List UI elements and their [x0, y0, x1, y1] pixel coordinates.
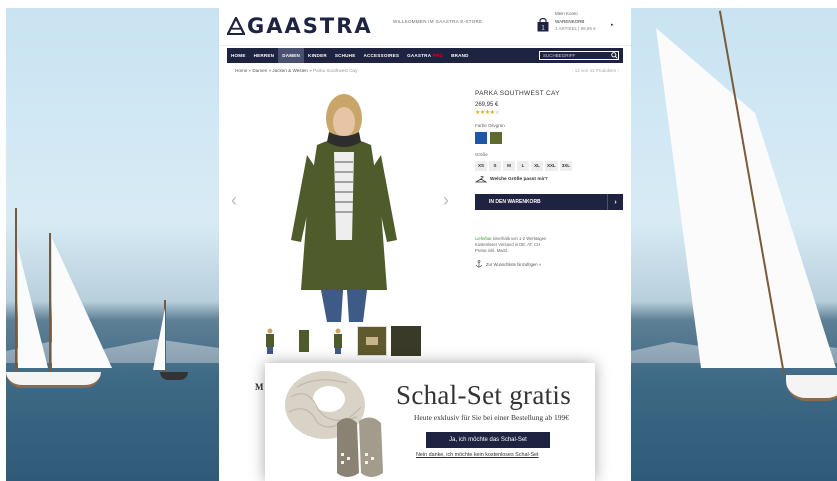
chevron-right-icon[interactable]: ▸ — [611, 22, 614, 28]
product-image[interactable] — [269, 90, 419, 322]
account-link[interactable]: Mein Konto — [555, 11, 578, 16]
breadcrumb-home[interactable]: Home — [235, 68, 247, 73]
search-icon[interactable] — [611, 52, 618, 59]
wishlist-link[interactable]: Zur Wunschliste hinzufügen » — [475, 260, 625, 268]
accept-offer-button[interactable]: Ja, ich möchte das Schal-Set — [426, 432, 550, 448]
price-note: Preise inkl. MwSt. — [475, 248, 509, 253]
thumbnail-4[interactable] — [357, 326, 387, 356]
background-image-right — [631, 8, 837, 481]
logo[interactable]: GAASTRA — [227, 14, 373, 38]
size-3xl[interactable]: 3XL — [559, 161, 573, 171]
anchor-icon — [475, 260, 483, 268]
header: GAASTRA WILLKOMMEN IM GAASTRA E-STORE Me… — [219, 8, 631, 46]
color-label: Farbe Olivgrün — [475, 123, 505, 128]
popup-subtitle: Heute exklusiv für Sie bei einer Bestell… — [414, 413, 569, 422]
product-price: 269,95 € — [475, 102, 499, 108]
add-to-cart-button[interactable]: IN DEN WARENKORB › — [475, 194, 623, 210]
thumbnail-2[interactable] — [289, 326, 319, 356]
cart-summary: WARENKORB 1 ARTIKEL | 99,95 € — [555, 18, 596, 32]
size-guide-label: Welche Größe passt mir? — [490, 177, 548, 182]
search-box[interactable]: SUCHBEGRIFF — [539, 51, 619, 60]
boat-hull — [786, 375, 837, 401]
cart-title: WARENKORB — [555, 19, 585, 24]
mast — [49, 233, 51, 378]
nav-schuhe[interactable]: SCHUHE — [331, 48, 360, 63]
pro-badge: PRO — [432, 53, 444, 58]
breadcrumb: Home » Damen » Jacken & Westen » Parka S… — [235, 68, 358, 73]
nav-accessoires[interactable]: ACCESSOIRES — [359, 48, 403, 63]
breadcrumb-jacken[interactable]: Jacken & Westen — [272, 68, 308, 73]
thumbnail-image — [334, 328, 342, 354]
wishlist-label: Zur Wunschliste hinzufügen » — [486, 261, 542, 267]
delivery-time: innerhalb von 1-2 Werktagen — [491, 236, 547, 241]
nav-gaastra-pro[interactable]: GAASTRA PRO — [403, 48, 447, 63]
thumbnail-1[interactable] — [255, 326, 285, 356]
welcome-text: WILLKOMMEN IM GAASTRA E-STORE — [393, 19, 483, 24]
boat-hull — [160, 372, 188, 380]
thumbnail-5[interactable] — [391, 326, 421, 356]
search-input[interactable]: SUCHBEGRIFF — [543, 53, 611, 58]
nav-home[interactable]: HOME — [227, 48, 250, 63]
background-image-left — [6, 8, 219, 481]
thumbnail-3[interactable] — [323, 326, 353, 356]
mast — [15, 208, 17, 378]
section-heading-partial: M — [255, 382, 264, 392]
size-xs[interactable]: XS — [475, 161, 487, 171]
shopping-bag-icon: 1 — [537, 18, 549, 32]
main-nav: HOME HERREN DAMEN KINDER SCHUHE ACCESSOI… — [227, 48, 623, 63]
size-xl[interactable]: XL — [531, 161, 543, 171]
nav-gaastra-pro-label: GAASTRA — [407, 53, 432, 58]
nav-herren[interactable]: HERREN — [250, 48, 279, 63]
add-to-cart-label: IN DEN WARENKORB — [489, 199, 541, 205]
size-l[interactable]: L — [517, 161, 529, 171]
pager-text: 12 von 43 Produkten — [574, 68, 617, 73]
decline-offer-link[interactable]: Nein danke, ich möchte kein kostenloses … — [416, 452, 539, 458]
size-s[interactable]: S — [489, 161, 501, 171]
next-image-arrow-icon[interactable]: › — [443, 190, 449, 211]
cart-widget[interactable]: 1 WARENKORB 1 ARTIKEL | 99,95 € — [537, 18, 596, 32]
breadcrumb-current: Parka Southwest Cay — [313, 68, 358, 73]
rating-stars[interactable]: ★★★★★ — [475, 109, 625, 116]
product-info: PARKA SOUTHWEST CAY 269,95 € ★★★★★ Farbe… — [475, 90, 625, 268]
product-pager[interactable]: ‹ 12 von 43 Produkten › — [572, 68, 619, 73]
size-guide-link[interactable]: Welche Größe passt mir? — [475, 176, 625, 183]
nav-damen[interactable]: DAMEN — [278, 48, 305, 63]
product-title: PARKA SOUTHWEST CAY — [475, 90, 560, 97]
nav-brand[interactable]: BRAND — [447, 48, 473, 63]
popup-title: Schal-Set gratis — [396, 380, 572, 410]
color-swatch-olive[interactable] — [490, 132, 502, 144]
hanger-icon — [475, 176, 487, 183]
thumbnail-strip — [255, 326, 425, 356]
size-m[interactable]: M — [503, 161, 515, 171]
gloves-image — [337, 417, 383, 477]
size-options: XS S M L XL XXL 3XL — [475, 161, 625, 171]
sail — [656, 28, 836, 368]
size-xxl[interactable]: XXL — [545, 161, 558, 171]
prev-image-arrow-icon[interactable]: ‹ — [231, 190, 237, 211]
availability-label: Lieferbar — [475, 236, 492, 241]
thumbnail-image — [266, 328, 274, 354]
chevron-right-icon: › — [607, 194, 623, 210]
sail — [52, 238, 112, 368]
size-label: Größe — [475, 152, 488, 157]
breadcrumb-damen[interactable]: Damen — [252, 68, 267, 73]
sail — [18, 248, 48, 368]
nav-kinder[interactable]: KINDER — [304, 48, 331, 63]
gaastra-logo-icon — [227, 17, 245, 35]
cart-subtitle: 1 ARTIKEL | 99,95 € — [555, 26, 596, 31]
brand-name: GAASTRA — [247, 14, 373, 38]
color-swatch-blue[interactable] — [475, 132, 487, 144]
color-swatches — [475, 132, 625, 144]
boat-hull — [6, 372, 101, 388]
thumbnail-image — [299, 330, 309, 352]
thumbnail-image — [366, 337, 378, 345]
promo-popup: Schal-Set gratis Heute exklusiv für Sie … — [265, 363, 595, 481]
star-empty-icon: ★ — [494, 110, 500, 116]
delivery-info: Lieferbar innerhalb von 1-2 Werktagen Ko… — [475, 236, 625, 254]
